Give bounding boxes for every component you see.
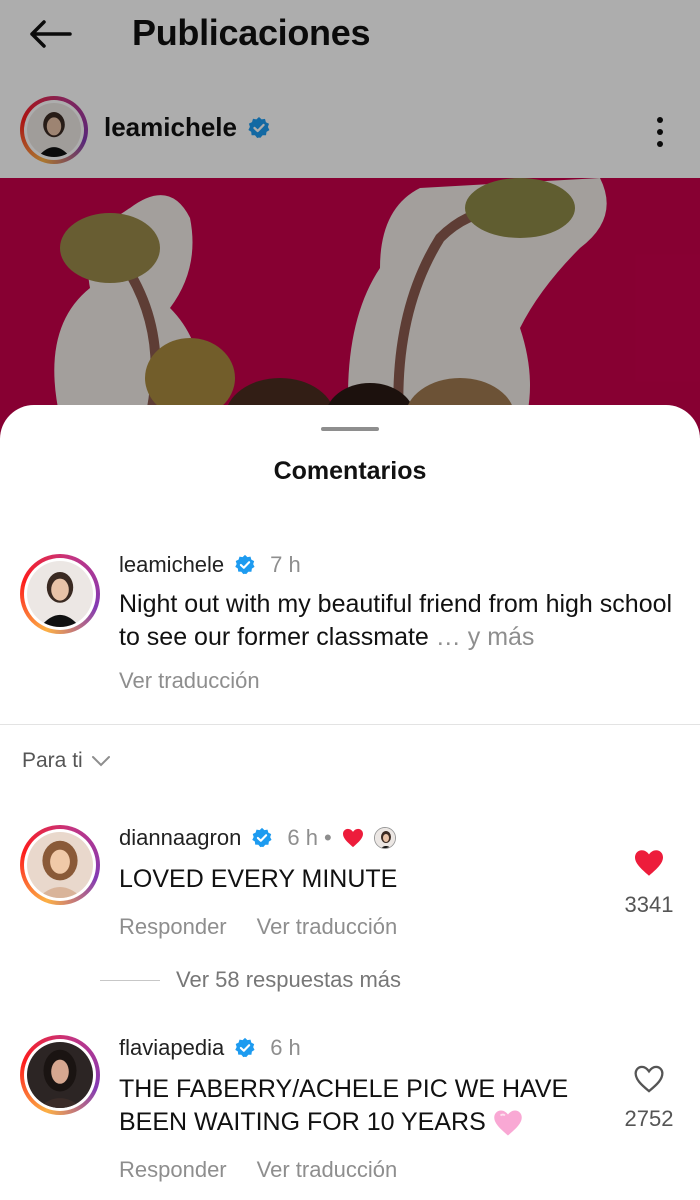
avatar-photo — [27, 1042, 93, 1108]
like-count: 2752 — [624, 1106, 674, 1131]
comment-time: 6 h — [287, 825, 318, 850]
caption-username[interactable]: leamichele — [119, 552, 224, 578]
commenter-avatar[interactable] — [20, 825, 100, 905]
author-liked-avatar — [373, 827, 396, 849]
replies-line — [100, 979, 160, 981]
avatar-photo — [27, 832, 93, 898]
comment-text: LOVED EVERY MINUTE — [119, 865, 398, 893]
comments-sheet: Comentarios leamichele 7 h Night out wit… — [0, 405, 700, 1200]
separator-dot: • — [323, 825, 332, 850]
verified-badge-icon — [235, 554, 255, 575]
translate-link[interactable]: Ver traducción — [257, 914, 398, 940]
comment-time: 6 h — [270, 1035, 301, 1060]
view-replies[interactable]: Ver 58 respuestas más — [100, 967, 401, 993]
caption-translate-link[interactable]: Ver traducción — [119, 668, 260, 694]
caption-time: 7 h — [270, 552, 301, 577]
comment-username[interactable]: diannaagron — [119, 825, 241, 851]
translate-link[interactable]: Ver traducción — [257, 1157, 398, 1183]
caption-text: Night out with my beautiful friend from … — [119, 590, 673, 651]
sort-dropdown[interactable]: Para ti — [22, 749, 111, 773]
commenter-avatar[interactable] — [20, 1035, 100, 1115]
avatar-photo — [27, 561, 93, 627]
sort-label: Para ti — [22, 749, 83, 772]
caption-author-avatar[interactable] — [20, 554, 100, 634]
chevron-down-icon — [91, 756, 110, 767]
reply-button[interactable]: Responder — [119, 1157, 227, 1183]
verified-badge-icon — [252, 827, 272, 848]
like-heart-outline-icon[interactable] — [633, 1065, 665, 1093]
see-more-link[interactable]: … y más — [436, 623, 535, 651]
comment-username[interactable]: flaviapedia — [119, 1035, 224, 1061]
pink-heart-emoji-icon — [493, 1110, 522, 1136]
like-section: 2752 — [610, 1065, 688, 1132]
sheet-title: Comentarios — [273, 457, 427, 485]
heart-filled-icon — [342, 828, 363, 848]
like-heart-filled-icon[interactable] — [633, 849, 665, 877]
divider — [0, 724, 700, 725]
like-count: 3341 — [624, 892, 674, 917]
reply-button[interactable]: Responder — [119, 914, 227, 940]
verified-badge-icon — [235, 1037, 255, 1058]
sheet-drag-handle[interactable] — [321, 427, 379, 431]
comment-text: THE FABERRY/ACHELE PIC WE HAVE BEEN WAIT… — [119, 1075, 569, 1136]
view-replies-label: Ver 58 respuestas más — [176, 967, 402, 992]
like-section: 3341 — [610, 849, 688, 918]
